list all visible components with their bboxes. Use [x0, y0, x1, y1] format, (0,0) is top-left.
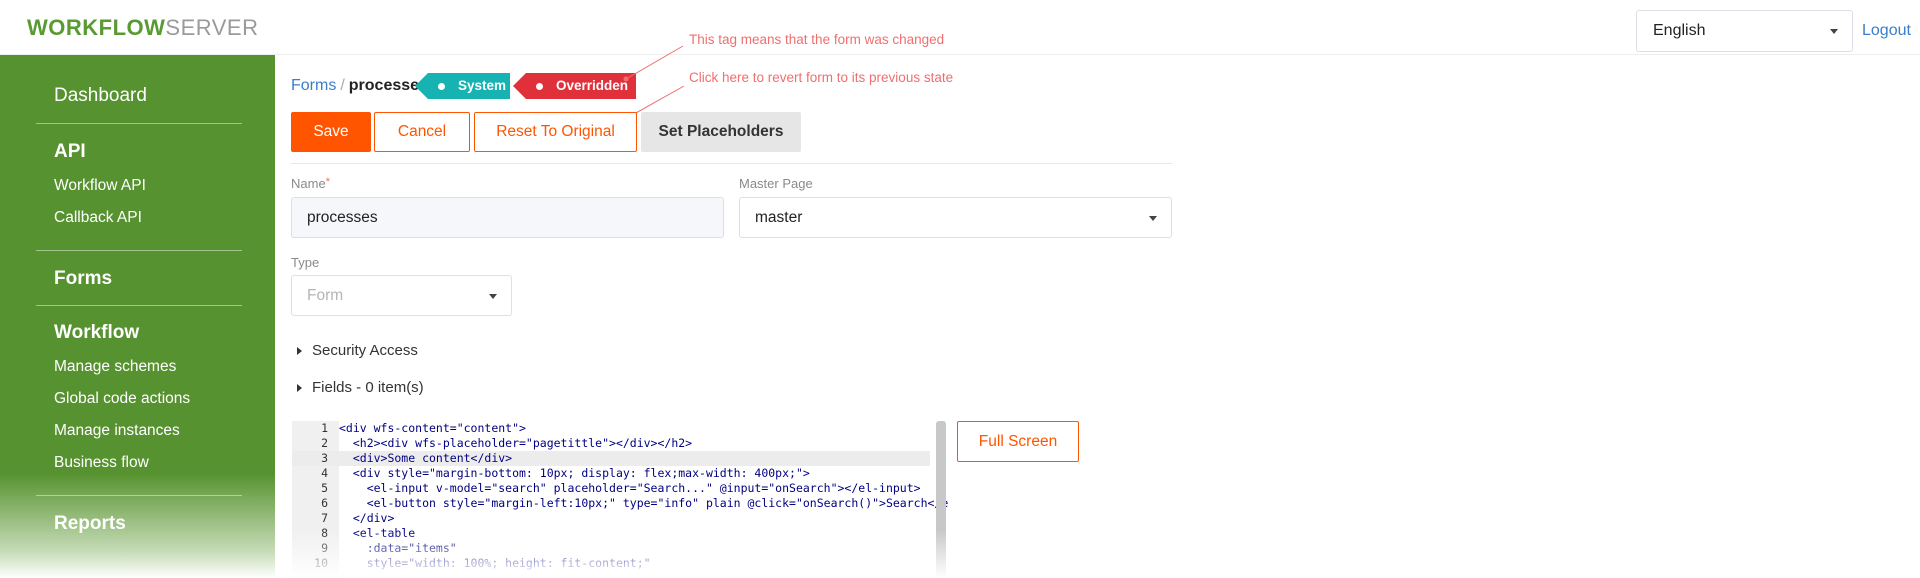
code-line[interactable]: 6 <el-button style="margin-left:10px;" t…	[292, 496, 948, 511]
name-label-text: Name	[291, 176, 326, 191]
full-screen-button[interactable]: Full Screen	[957, 421, 1079, 462]
line-number: 7	[321, 511, 328, 525]
chevron-down-icon	[489, 294, 497, 299]
master-page-value: master	[755, 209, 803, 226]
line-code: <el-button style="margin-left:10px;" typ…	[339, 496, 948, 510]
line-number: 3	[321, 451, 328, 465]
master-page-select[interactable]: master	[739, 197, 1172, 238]
reset-to-original-button[interactable]: Reset To Original	[474, 112, 637, 152]
line-number: 4	[321, 466, 328, 480]
set-placeholders-button[interactable]: Set Placeholders	[641, 112, 801, 152]
caret-right-icon	[297, 384, 302, 393]
code-line[interactable]: 7 </div>	[292, 511, 930, 526]
line-code: <h2><div wfs-placeholder="pagetittle"></…	[339, 436, 693, 450]
fields-label: Fields - 0 item(s)	[312, 379, 424, 396]
code-line[interactable]: 4 <div style="margin-bottom: 10px; displ…	[292, 466, 930, 481]
name-field-value: processes	[307, 209, 378, 226]
line-number: 6	[321, 496, 328, 510]
chevron-down-icon	[1149, 216, 1157, 221]
hint-revert: Click here to revert form to its previou…	[689, 70, 954, 85]
code-line[interactable]: 3 <div>Some content</div>	[292, 451, 930, 466]
save-button[interactable]: Save	[291, 112, 371, 152]
security-access-toggle[interactable]: Security Access	[297, 342, 418, 359]
line-number: 5	[321, 481, 328, 495]
hint-changed: This tag means that the form was changed	[689, 32, 945, 47]
line-number: 2	[321, 436, 328, 450]
toolbar-divider	[291, 163, 1172, 164]
type-label: Type	[291, 255, 320, 270]
editor-fade	[292, 530, 948, 578]
line-code: <el-input v-model="search" placeholder="…	[339, 481, 921, 495]
code-line[interactable]: 5 <el-input v-model="search" placeholder…	[292, 481, 930, 496]
security-access-label: Security Access	[312, 342, 418, 359]
type-select[interactable]: Form	[291, 275, 512, 316]
master-page-label: Master Page	[739, 176, 813, 191]
required-marker: *	[325, 176, 330, 188]
name-field[interactable]: processes	[291, 197, 724, 238]
line-code: </div>	[339, 511, 395, 525]
line-code: <div wfs-content="content">	[339, 421, 526, 435]
code-line[interactable]: 2 <h2><div wfs-placeholder="pagetittle">…	[292, 436, 930, 451]
hint-pointer-lines	[623, 45, 685, 121]
cancel-button[interactable]: Cancel	[374, 112, 470, 152]
line-code: <div style="margin-bottom: 10px; display…	[339, 466, 810, 480]
name-label: Name*	[291, 176, 330, 191]
caret-right-icon	[297, 347, 302, 356]
line-code: <div>Some content</div>	[339, 451, 513, 465]
fields-toggle[interactable]: Fields - 0 item(s)	[297, 379, 424, 396]
line-number: 1	[321, 421, 328, 435]
code-line[interactable]: 1 <div wfs-content="content">	[292, 421, 930, 436]
type-placeholder: Form	[307, 287, 344, 304]
